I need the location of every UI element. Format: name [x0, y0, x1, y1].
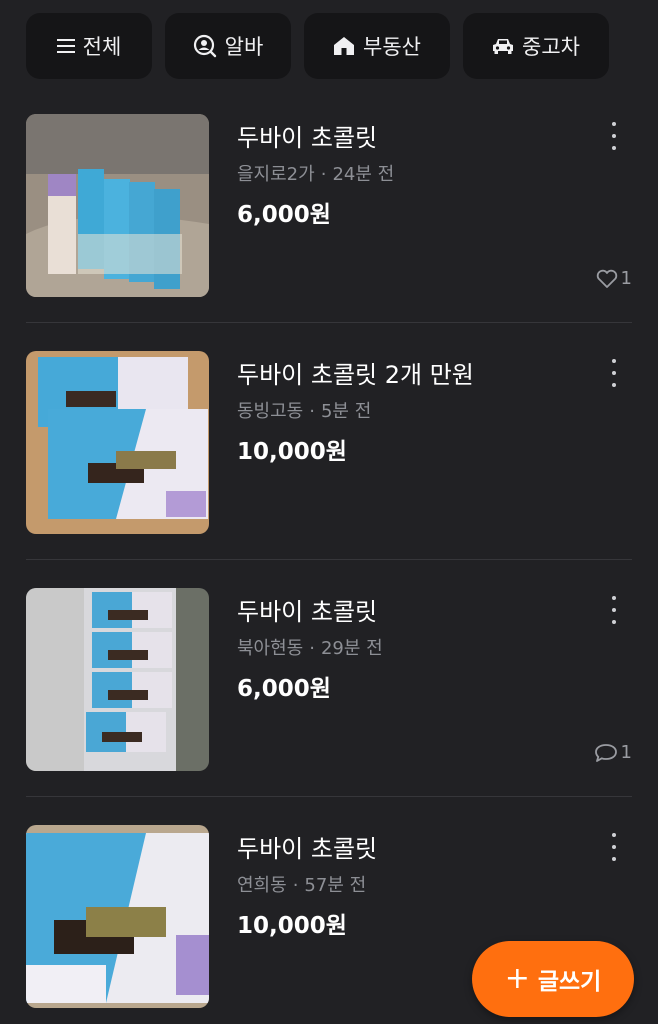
list-item[interactable]: 두바이 초콜릿 북아현동 · 29분 전 6,000원 1: [26, 560, 632, 797]
product-thumbnail: [26, 351, 209, 534]
item-title: 두바이 초콜릿: [237, 124, 378, 152]
item-price: 10,000원: [237, 913, 347, 939]
heart-icon: [596, 269, 617, 288]
product-thumbnail: [26, 114, 209, 297]
product-thumbnail: [26, 825, 209, 1008]
item-time: 24분 전: [332, 164, 395, 185]
item-location: 동빙고동: [237, 401, 304, 422]
item-title: 두바이 초콜릿 2개 만원: [237, 361, 474, 389]
like-count: 1: [596, 268, 632, 289]
chat-count: 1: [594, 742, 632, 763]
more-options-icon[interactable]: [604, 833, 624, 861]
filter-chip-realestate[interactable]: 부동산: [304, 13, 450, 79]
filter-chip-label: 전체: [82, 35, 122, 59]
more-options-icon[interactable]: [604, 359, 624, 387]
filter-chip-label: 알바: [224, 35, 264, 59]
chat-count-value: 1: [620, 742, 632, 763]
item-price: 6,000원: [237, 676, 331, 702]
write-post-label: 글쓰기: [537, 969, 602, 995]
item-meta: 연희동 · 57분 전: [237, 875, 367, 896]
product-thumbnail: [26, 588, 209, 771]
filter-chip-label: 부동산: [363, 35, 421, 59]
item-meta: 북아현동 · 29분 전: [237, 638, 383, 659]
list-item[interactable]: 두바이 초콜릿 을지로2가 · 24분 전 6,000원 1: [26, 86, 632, 323]
item-location: 연희동: [237, 875, 287, 896]
filter-chip-label: 중고차: [522, 35, 580, 59]
more-options-icon[interactable]: [604, 122, 624, 150]
filter-chip-parttime[interactable]: 알바: [165, 13, 291, 79]
plus-icon: +: [504, 961, 530, 996]
filter-chip-usedcar[interactable]: 중고차: [463, 13, 609, 79]
list-item[interactable]: 두바이 초콜릿 2개 만원 동빙고동 · 5분 전 10,000원: [26, 323, 632, 560]
item-time: 5분 전: [320, 401, 372, 422]
item-location: 북아현동: [237, 638, 304, 659]
car-icon: [493, 39, 514, 54]
item-time: 29분 전: [320, 638, 383, 659]
chat-icon: [594, 743, 617, 762]
product-list: 두바이 초콜릿 을지로2가 · 24분 전 6,000원 1 두바이 초콜릿 2…: [0, 86, 658, 1024]
filter-chip-all[interactable]: 전체: [26, 13, 152, 79]
person-search-icon: [193, 34, 216, 58]
more-options-icon[interactable]: [604, 596, 624, 624]
item-location: 을지로2가: [237, 164, 315, 185]
menu-icon: [56, 39, 75, 53]
item-meta: 동빙고동 · 5분 전: [237, 401, 372, 422]
item-time: 57분 전: [304, 875, 367, 896]
house-icon: [334, 37, 355, 55]
item-price: 6,000원: [237, 202, 331, 228]
write-post-button[interactable]: + 글쓰기: [472, 941, 634, 1017]
item-title: 두바이 초콜릿: [237, 598, 378, 626]
item-meta: 을지로2가 · 24분 전: [237, 164, 395, 185]
item-price: 10,000원: [237, 439, 347, 465]
like-count-value: 1: [620, 268, 632, 289]
item-title: 두바이 초콜릿: [237, 835, 378, 863]
category-filter-bar: 전체 알바 부동산 중고차: [26, 13, 609, 79]
